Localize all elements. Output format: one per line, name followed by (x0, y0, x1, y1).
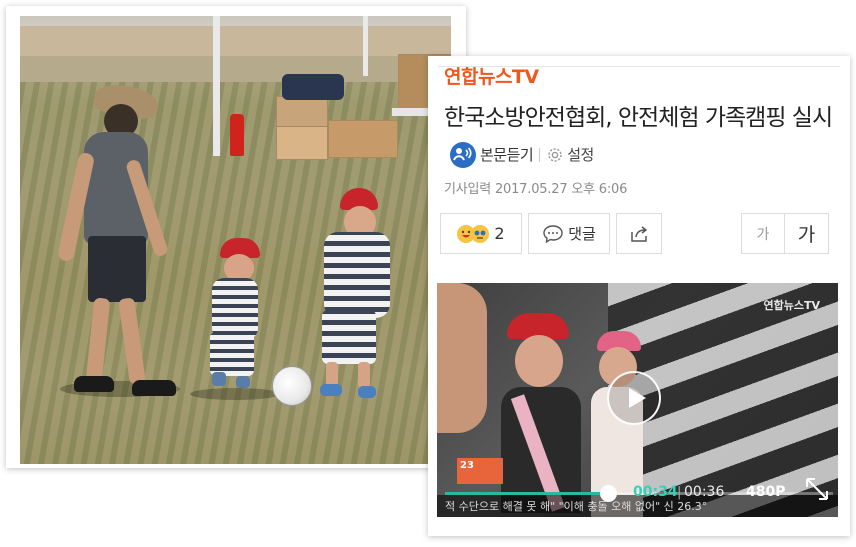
emoji-icon (471, 224, 490, 243)
listen-label: 본문듣기 (480, 145, 534, 164)
share-button[interactable] (616, 213, 662, 254)
video-child (501, 313, 581, 513)
article-dateline: 기사입력 2017.05.27 오후 6:06 (444, 182, 628, 197)
total-time: 00:36 (684, 484, 725, 500)
reaction-button[interactable]: 2 (440, 213, 522, 254)
supply-box (276, 126, 328, 160)
progress-handle[interactable] (600, 485, 617, 502)
video-adult-arm (437, 283, 487, 433)
reaction-count: 2 (494, 224, 505, 243)
play-button[interactable] (607, 371, 661, 425)
family-soccer-photo (20, 16, 451, 464)
expand-icon[interactable] (804, 476, 830, 502)
time-separator: | (677, 485, 682, 500)
headline-text: 한국소방안전협회, 안전체험 가족캠핑 실시 (444, 105, 833, 131)
settings-label: 설정 (567, 145, 594, 164)
progress-fill (445, 492, 613, 495)
photo-card (6, 6, 466, 468)
quality-button[interactable]: 480P (746, 484, 785, 500)
photo-road (20, 26, 451, 56)
ticker-text: 적 수단으로 해결 못 해" "이해 충돌 오해 없어" 신 26.3° (445, 500, 708, 513)
child-figure (302, 186, 402, 400)
settings-button[interactable]: 설정 (546, 137, 594, 173)
equipment-bag (282, 74, 344, 100)
small-child-figure (198, 236, 278, 396)
brand-logo[interactable]: 연합뉴스TV (444, 62, 539, 89)
font-small-label: 가 (756, 226, 770, 243)
fire-extinguisher (230, 114, 244, 156)
divider (539, 147, 541, 162)
share-icon (631, 225, 648, 242)
comment-button[interactable]: 댓글 (528, 213, 610, 254)
photo-sand (20, 56, 451, 82)
article-headline: 한국소방안전협회, 안전체험 가족캠핑 실시 본문듣기 설정 (444, 100, 840, 173)
current-time: 00:34 (633, 484, 678, 500)
font-larger-button[interactable]: 가 (784, 213, 829, 254)
tent-pole (213, 16, 220, 156)
gear-icon (548, 147, 562, 162)
channel-badge: 23 (457, 458, 503, 484)
font-large-label: 가 (797, 224, 816, 246)
article-card: 연합뉴스TV 한국소방안전협회, 안전체험 가족캠핑 실시 본문듣기 설정 기사… (428, 56, 850, 536)
supply-box (328, 120, 398, 158)
comment-label: 댓글 (568, 225, 596, 243)
adult-figure (56, 80, 176, 396)
tent-pole (363, 16, 368, 76)
listen-button[interactable]: 본문듣기 설정 (450, 137, 594, 173)
font-smaller-button[interactable]: 가 (741, 213, 785, 254)
video-player[interactable]: 연합뉴스TV 23 적 수단으로 해결 못 해" "이해 충돌 오해 없어" 신… (437, 283, 838, 517)
video-brand-watermark: 연합뉴스TV (763, 299, 821, 312)
comment-icon (543, 224, 563, 243)
listen-icon (450, 141, 476, 168)
supply-box (276, 96, 328, 128)
